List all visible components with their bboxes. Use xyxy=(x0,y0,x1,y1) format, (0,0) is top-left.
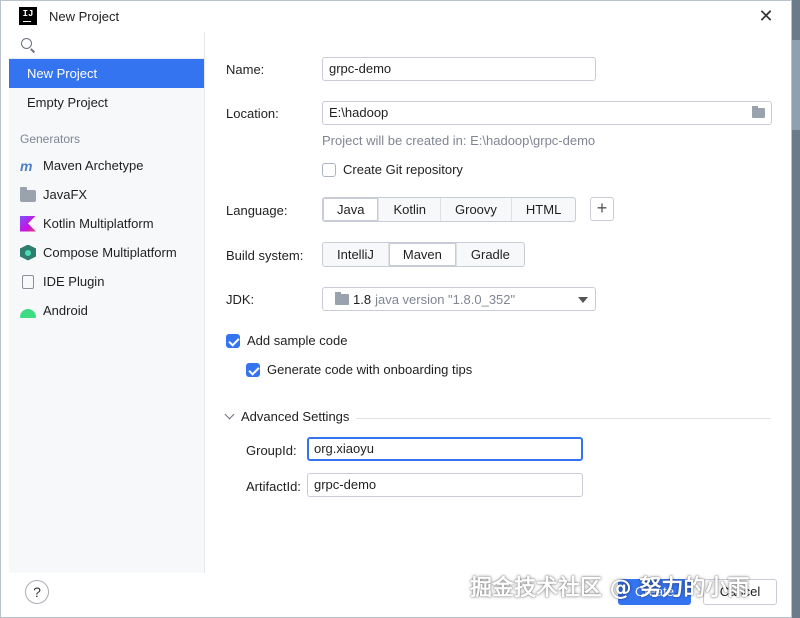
title-bar: IJ New Project ✕ xyxy=(1,1,791,32)
sidebar-item-empty-project[interactable]: Empty Project xyxy=(9,88,204,117)
generators-heading: Generators xyxy=(20,132,81,146)
add-sample-code-label: Add sample code xyxy=(247,333,348,348)
plugin-icon xyxy=(22,274,34,289)
kotlin-icon xyxy=(20,215,36,232)
create-git-label: Create Git repository xyxy=(343,162,463,177)
language-option-html[interactable]: HTML xyxy=(512,198,575,221)
sidebar-item-android[interactable]: Android xyxy=(9,296,204,325)
build-system-selector: IntelliJ Maven Gradle xyxy=(322,242,525,267)
sidebar-item-javafx[interactable]: JavaFX xyxy=(9,180,204,209)
add-language-button[interactable]: + xyxy=(590,197,614,221)
sidebar: New Project Empty Project Generators m M… xyxy=(9,32,205,573)
sidebar-item-new-project[interactable]: New Project xyxy=(9,59,204,88)
jdk-dropdown[interactable]: 1.8 java version "1.8.0_352" xyxy=(322,287,596,311)
window-title: New Project xyxy=(49,9,120,24)
name-input[interactable]: grpc-demo xyxy=(322,57,596,81)
advanced-settings-label: Advanced Settings xyxy=(241,409,350,424)
location-value: E:\hadoop xyxy=(329,105,389,120)
artifactid-label: ArtifactId: xyxy=(246,479,301,494)
add-sample-code-row[interactable]: Add sample code xyxy=(226,333,347,348)
background-edge xyxy=(792,0,800,618)
build-option-gradle[interactable]: Gradle xyxy=(457,243,524,266)
location-hint: Project will be created in: E:\hadoop\gr… xyxy=(322,133,596,148)
advanced-divider xyxy=(356,418,771,419)
close-icon[interactable]: ✕ xyxy=(755,5,777,27)
language-label: Language: xyxy=(226,203,288,218)
build-system-label: Build system: xyxy=(226,248,304,263)
maven-icon: m xyxy=(20,157,33,174)
create-git-checkbox[interactable] xyxy=(322,162,336,177)
intellij-logo-icon: IJ xyxy=(19,7,37,25)
build-option-intellij[interactable]: IntelliJ xyxy=(323,243,389,266)
create-git-checkbox-row[interactable]: Create Git repository xyxy=(322,162,463,177)
watermark-text: 掘金技术社区 @ 努力的小雨 xyxy=(470,576,750,601)
groupid-label: GroupId: xyxy=(246,443,297,458)
jdk-description: java version "1.8.0_352" xyxy=(375,291,516,307)
browse-folder-icon[interactable] xyxy=(752,106,765,118)
sidebar-search[interactable] xyxy=(9,32,204,59)
advanced-settings-toggle[interactable]: Advanced Settings xyxy=(224,409,350,424)
name-label: Name: xyxy=(226,62,265,77)
sidebar-item-label: Empty Project xyxy=(27,95,108,110)
language-option-kotlin[interactable]: Kotlin xyxy=(379,198,441,221)
sidebar-item-label: Compose Multiplatform xyxy=(43,245,177,260)
search-icon xyxy=(21,38,32,49)
sidebar-item-label: Maven Archetype xyxy=(43,158,144,173)
chevron-down-icon xyxy=(578,297,588,303)
generators-list: m Maven Archetype JavaFX Kotlin Multipla… xyxy=(9,151,204,325)
sidebar-item-kotlin-multiplatform[interactable]: Kotlin Multiplatform xyxy=(9,209,204,238)
location-label: Location: xyxy=(226,106,279,121)
groupid-input[interactable]: org.xiaoyu xyxy=(307,437,583,461)
onboarding-tips-checkbox[interactable] xyxy=(246,362,260,377)
project-form: Name: grpc-demo Location: E:\hadoop Proj… xyxy=(206,32,791,573)
location-input[interactable]: E:\hadoop xyxy=(322,101,772,125)
chevron-down-icon xyxy=(224,409,235,420)
jdk-label: JDK: xyxy=(226,292,255,307)
artifactid-input[interactable]: grpc-demo xyxy=(307,473,583,497)
language-selector: Java Kotlin Groovy HTML xyxy=(322,197,577,222)
sidebar-item-maven-archetype[interactable]: m Maven Archetype xyxy=(9,151,204,180)
jdk-folder-icon xyxy=(335,291,349,305)
sidebar-item-label: Android xyxy=(43,303,88,318)
sidebar-item-compose-multiplatform[interactable]: Compose Multiplatform xyxy=(9,238,204,267)
sidebar-item-label: Kotlin Multiplatform xyxy=(43,216,154,231)
android-icon xyxy=(20,308,36,318)
sidebar-item-label: New Project xyxy=(27,66,98,81)
jdk-version: 1.8 xyxy=(353,291,372,307)
sidebar-item-label: JavaFX xyxy=(43,187,88,202)
sidebar-item-ide-plugin[interactable]: IDE Plugin xyxy=(9,267,204,296)
onboarding-tips-row[interactable]: Generate code with onboarding tips xyxy=(246,362,472,377)
language-option-java[interactable]: Java xyxy=(323,198,380,221)
sidebar-item-label: IDE Plugin xyxy=(43,274,105,289)
language-option-groovy[interactable]: Groovy xyxy=(441,198,512,221)
help-button[interactable]: ? xyxy=(25,580,49,604)
add-sample-code-checkbox[interactable] xyxy=(226,333,240,348)
build-option-maven[interactable]: Maven xyxy=(388,243,457,266)
folder-icon xyxy=(20,186,36,202)
compose-icon xyxy=(20,244,36,261)
new-project-dialog: IJ New Project ✕ New Project Empty Proje… xyxy=(0,0,792,618)
onboarding-tips-label: Generate code with onboarding tips xyxy=(267,362,473,377)
